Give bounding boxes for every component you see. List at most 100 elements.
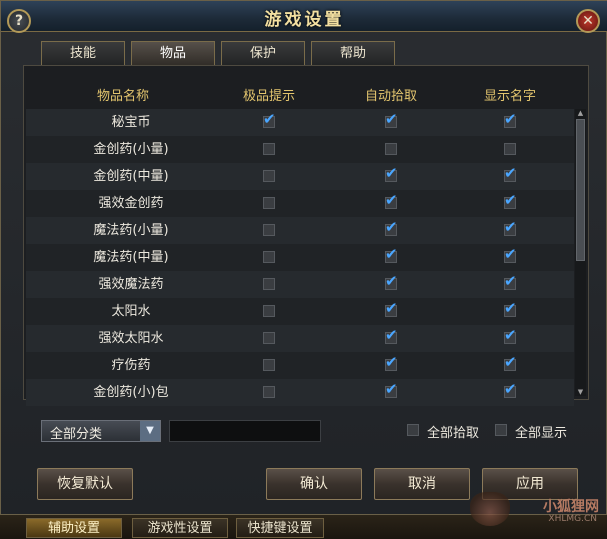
pickup-checkbox[interactable]: ✔: [385, 328, 398, 344]
item-name: 强效金创药: [98, 196, 164, 211]
show-checkbox[interactable]: ✔: [504, 112, 517, 128]
rare-checkbox[interactable]: [263, 359, 275, 371]
checkmark-icon: ✔: [504, 218, 517, 236]
show-checkbox[interactable]: ✔: [504, 328, 517, 344]
table-row: 金创药(中量) ✔ ✔: [26, 163, 574, 190]
pickup-all-checkbox[interactable]: [407, 424, 419, 436]
pickup-checkbox[interactable]: ✔: [385, 247, 398, 263]
checkmark-icon: ✔: [385, 191, 398, 209]
table-row: 魔法药(小量) ✔ ✔: [26, 217, 574, 244]
item-name: 强效魔法药: [98, 277, 164, 292]
tab-items[interactable]: 物品: [131, 41, 215, 65]
tab-gameplay-settings[interactable]: 游戏性设置: [132, 518, 228, 538]
checkmark-icon: ✔: [504, 353, 517, 371]
pickup-checkbox[interactable]: ✔: [385, 301, 398, 317]
item-name: 秘宝币: [111, 115, 151, 130]
checkmark-icon: ✔: [385, 272, 398, 290]
pickup-checkbox[interactable]: ✔: [385, 274, 398, 290]
fox-logo-icon: [470, 492, 510, 526]
scrollbar[interactable]: ▲ ▼: [575, 109, 586, 396]
pickup-checkbox[interactable]: ✔: [385, 193, 398, 209]
column-header-auto-pickup: 自动拾取: [364, 89, 418, 104]
pickup-checkbox[interactable]: ✔: [385, 166, 398, 182]
rare-checkbox[interactable]: [263, 170, 275, 182]
item-name: 强效太阳水: [98, 331, 164, 346]
rare-checkbox[interactable]: [263, 305, 275, 317]
table-row: 金创药(小量): [26, 136, 574, 163]
pickup-all-label: 全部拾取: [427, 426, 480, 441]
table-row: 金创药(小)包 ✔ ✔: [26, 379, 574, 406]
pickup-checkbox[interactable]: ✔: [385, 112, 398, 128]
show-checkbox[interactable]: ✔: [504, 355, 517, 371]
rare-checkbox[interactable]: ✔: [263, 112, 276, 128]
checkmark-icon: ✔: [385, 164, 398, 182]
item-name: 疗伤药: [111, 358, 151, 373]
table-row: 魔法药(中量) ✔ ✔: [26, 244, 574, 271]
item-name: 金创药(小量): [93, 142, 169, 157]
table-row: 强效金创药 ✔ ✔: [26, 190, 574, 217]
rare-checkbox[interactable]: [263, 386, 275, 398]
checkmark-icon: ✔: [504, 245, 517, 263]
chevron-down-icon[interactable]: ▼: [140, 421, 160, 441]
checkmark-icon: ✔: [504, 299, 517, 317]
close-icon[interactable]: ✕: [576, 9, 600, 33]
item-name: 金创药(中量): [93, 169, 169, 184]
column-header-item-name: 物品名称: [96, 89, 150, 104]
pickup-checkbox[interactable]: ✔: [385, 382, 398, 398]
rare-checkbox[interactable]: [263, 224, 275, 236]
rare-checkbox[interactable]: [263, 278, 275, 290]
tab-protection[interactable]: 保护: [221, 41, 305, 65]
table-row: 秘宝币 ✔ ✔ ✔: [26, 109, 574, 136]
show-all-label: 全部显示: [515, 426, 568, 441]
help-icon[interactable]: ?: [7, 9, 31, 33]
show-checkbox[interactable]: ✔: [504, 274, 517, 290]
watermark-subtext: XHLMG.CN: [548, 514, 597, 524]
title-bar: 游戏设置: [1, 1, 607, 32]
item-name: 太阳水: [111, 304, 151, 319]
show-checkbox[interactable]: [504, 143, 516, 155]
checkmark-icon: ✔: [385, 245, 398, 263]
table-row: 疗伤药 ✔ ✔: [26, 352, 574, 379]
checkmark-icon: ✔: [504, 110, 517, 128]
show-checkbox[interactable]: ✔: [504, 220, 517, 236]
dialog-title: 游戏设置: [264, 10, 345, 30]
pickup-checkbox[interactable]: ✔: [385, 355, 398, 371]
pickup-checkbox[interactable]: ✔: [385, 220, 398, 236]
rare-checkbox[interactable]: [263, 143, 275, 155]
table-row: 太阳水 ✔ ✔: [26, 298, 574, 325]
tab-hotkey-settings[interactable]: 快捷键设置: [236, 518, 324, 538]
show-checkbox[interactable]: ✔: [504, 166, 517, 182]
show-checkbox[interactable]: ✔: [504, 247, 517, 263]
item-name: 魔法药(中量): [93, 250, 169, 265]
confirm-button[interactable]: 确认: [266, 468, 362, 500]
checkmark-icon: ✔: [504, 380, 517, 398]
show-checkbox[interactable]: ✔: [504, 301, 517, 317]
table-row: 强效魔法药 ✔ ✔: [26, 271, 574, 298]
checkmark-icon: ✔: [385, 380, 398, 398]
tab-skills[interactable]: 技能: [41, 41, 125, 65]
show-checkbox[interactable]: ✔: [504, 382, 517, 398]
rare-checkbox[interactable]: [263, 197, 275, 209]
checkmark-icon: ✔: [504, 191, 517, 209]
rare-checkbox[interactable]: [263, 251, 275, 263]
tab-assist-settings[interactable]: 辅助设置: [26, 518, 122, 538]
scroll-down-icon[interactable]: ▼: [575, 388, 586, 396]
game-settings-dialog: 游戏设置 ? ✕ 技能 物品 保护 帮助 物品名称 极品提示 自动拾取 显示名字…: [0, 0, 607, 515]
restore-default-button[interactable]: 恢复默认: [37, 468, 133, 500]
show-all-checkbox[interactable]: [495, 424, 507, 436]
checkmark-icon: ✔: [385, 326, 398, 344]
tab-help[interactable]: 帮助: [311, 41, 395, 65]
search-input[interactable]: [169, 420, 321, 442]
column-header-show-name: 显示名字: [483, 89, 537, 104]
category-select[interactable]: 全部分类 ▼: [41, 420, 161, 442]
cancel-button[interactable]: 取消: [374, 468, 470, 500]
table-row: 强效太阳水 ✔ ✔: [26, 325, 574, 352]
checkmark-icon: ✔: [385, 299, 398, 317]
pickup-checkbox[interactable]: [385, 143, 397, 155]
checkmark-icon: ✔: [385, 110, 398, 128]
scrollbar-thumb[interactable]: [576, 119, 585, 261]
scroll-up-icon[interactable]: ▲: [575, 109, 586, 117]
show-checkbox[interactable]: ✔: [504, 193, 517, 209]
item-name: 金创药(小)包: [93, 385, 169, 400]
rare-checkbox[interactable]: [263, 332, 275, 344]
